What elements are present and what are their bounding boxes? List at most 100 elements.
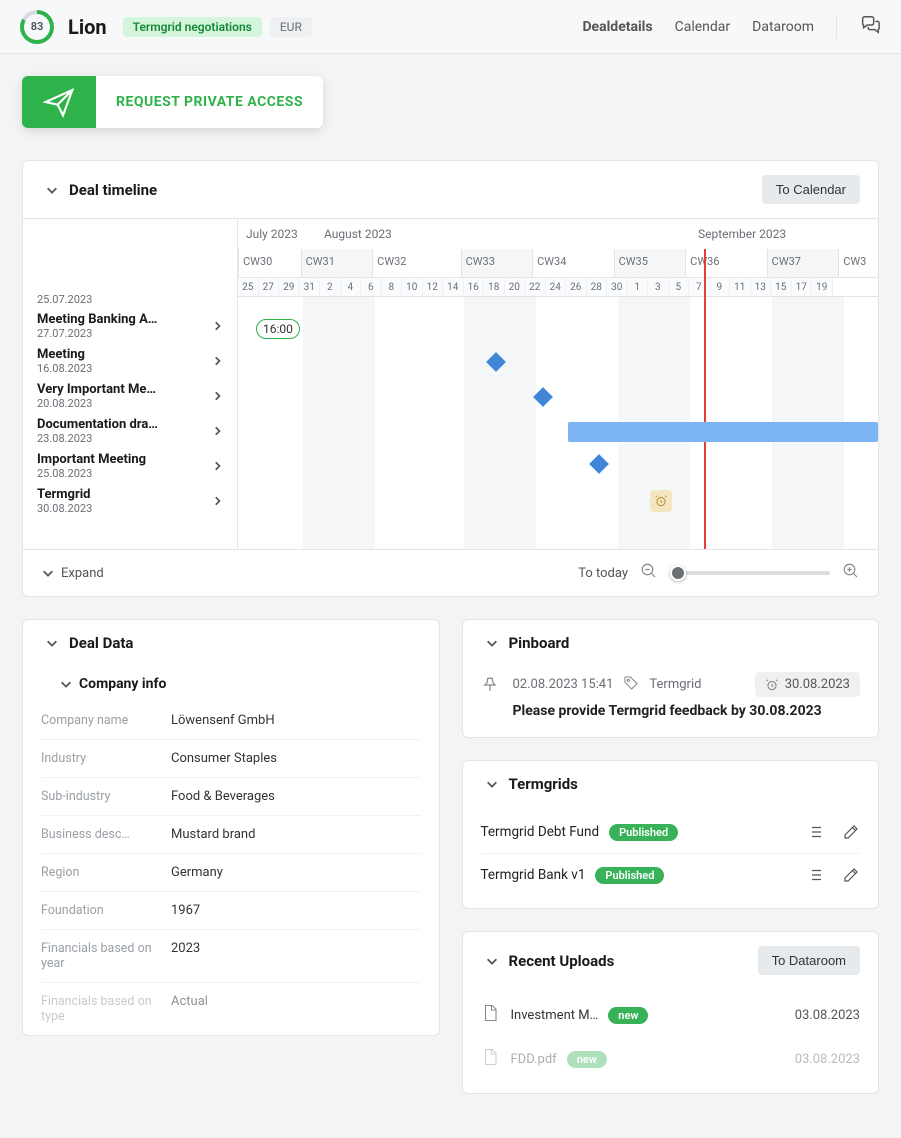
pinboard-item[interactable]: 02.08.2023 15:41 Termgrid 30.08.2023 Ple… xyxy=(481,672,861,719)
chevron-right-icon xyxy=(213,460,223,472)
chevron-right-icon xyxy=(213,390,223,402)
day-label: 10 xyxy=(402,278,423,296)
edit-icon[interactable] xyxy=(842,823,860,841)
day-label: 3 xyxy=(648,278,669,296)
edit-icon[interactable] xyxy=(842,866,860,884)
timeline-chip[interactable]: 16:00 xyxy=(256,319,300,339)
zoom-in-icon[interactable] xyxy=(842,562,860,584)
company-info-title: Company info xyxy=(79,676,166,692)
chevron-down-icon[interactable] xyxy=(481,636,503,650)
day-label: 12 xyxy=(423,278,444,296)
day-label: 1 xyxy=(628,278,649,296)
pin-tag: Termgrid xyxy=(649,677,701,692)
request-access-label: REQUEST PRIVATE ACCESS xyxy=(96,76,323,128)
kv-fin-year: Financials based on year2023 xyxy=(41,930,421,983)
timeline-bar[interactable] xyxy=(568,422,878,442)
upload-row[interactable]: Investment M… new 03.08.2023 xyxy=(481,993,861,1037)
deal-score: 83 xyxy=(24,14,50,40)
day-label: 31 xyxy=(300,278,321,296)
diamond-icon[interactable] xyxy=(533,387,553,407)
timeline-item[interactable]: Important Meeting25.08.2023 xyxy=(37,448,223,483)
timeline-footer: Expand To today xyxy=(23,549,878,596)
zoom-out-icon[interactable] xyxy=(640,562,658,584)
day-label: 26 xyxy=(566,278,587,296)
slider-thumb[interactable] xyxy=(670,565,686,581)
week-label: CW33 xyxy=(461,249,533,277)
termgrid-row[interactable]: Termgrid Debt Fund Published xyxy=(481,811,861,854)
timeline-weeks: CW30CW31CW32CW33CW34CW35CW36CW37CW3 xyxy=(238,249,878,277)
pin-icon xyxy=(481,672,499,698)
termgrid-row[interactable]: Termgrid Bank v1 Published xyxy=(481,854,861,896)
chevron-right-icon xyxy=(213,425,223,437)
day-label: 2 xyxy=(320,278,341,296)
deal-data-card: Deal Data Company info Company nameLöwen… xyxy=(22,619,440,1036)
timeline-item[interactable]: Meeting16.08.2023 xyxy=(37,343,223,378)
nav-dataroom[interactable]: Dataroom xyxy=(752,19,814,35)
chevron-down-icon[interactable] xyxy=(481,777,503,791)
timeline-item[interactable]: Documentation dra…23.08.2023 xyxy=(37,413,223,448)
termgrids-title: Termgrids xyxy=(509,775,578,793)
month-label: August 2023 xyxy=(324,227,392,241)
day-label: 20 xyxy=(505,278,526,296)
deal-score-ring: 83 xyxy=(20,10,54,44)
pin-due-pill: 30.08.2023 xyxy=(755,672,860,697)
expand-button[interactable]: Expand xyxy=(41,566,104,581)
month-label: September 2023 xyxy=(698,227,786,241)
timeline-first-date: 25.07.2023 xyxy=(37,293,223,306)
currency-tag[interactable]: EUR xyxy=(270,17,312,37)
week-label: CW37 xyxy=(767,249,839,277)
day-label: 30 xyxy=(607,278,628,296)
alarm-icon[interactable] xyxy=(650,490,672,512)
day-label: 4 xyxy=(341,278,362,296)
zoom-slider[interactable] xyxy=(670,571,830,575)
day-label: 19 xyxy=(812,278,833,296)
top-nav: Dealdetails Calendar Dataroom xyxy=(582,14,881,40)
kv-industry: IndustryConsumer Staples xyxy=(41,740,421,778)
uploads-title: Recent Uploads xyxy=(509,952,615,970)
chevron-down-icon[interactable] xyxy=(481,954,503,968)
chevron-down-icon[interactable] xyxy=(41,636,63,650)
topbar: 83 Lion Termgrid negotiations EUR Dealde… xyxy=(0,0,901,54)
today-indicator: 04.09. xyxy=(704,249,706,549)
timeline-item[interactable]: Very Important Me…20.08.2023 xyxy=(37,378,223,413)
pin-message: Please provide Termgrid feedback by 30.0… xyxy=(513,703,861,719)
pinboard-card: Pinboard 02.08.2023 15:41 Termgrid xyxy=(462,619,880,738)
to-dataroom-button[interactable]: To Dataroom xyxy=(758,946,860,975)
day-label: 28 xyxy=(587,278,608,296)
week-label: CW36 xyxy=(685,249,766,277)
day-label: 18 xyxy=(484,278,505,296)
day-label: 22 xyxy=(525,278,546,296)
to-today-button[interactable]: To today xyxy=(578,566,628,581)
kv-region: RegionGermany xyxy=(41,854,421,892)
day-label: 13 xyxy=(751,278,772,296)
paper-plane-icon xyxy=(22,76,96,128)
status-pill: Published xyxy=(595,867,664,884)
chevron-down-icon[interactable] xyxy=(41,183,63,197)
chevron-down-icon[interactable] xyxy=(55,677,77,691)
status-pill: Published xyxy=(609,824,678,841)
pinboard-title: Pinboard xyxy=(509,634,570,652)
list-icon[interactable] xyxy=(806,866,824,884)
nav-calendar[interactable]: Calendar xyxy=(675,19,731,35)
chat-icon[interactable] xyxy=(859,14,881,40)
day-label: 14 xyxy=(443,278,464,296)
kv-fin-type: Financials based on typeActual xyxy=(41,983,421,1035)
document-icon xyxy=(481,1047,499,1071)
request-access-card[interactable]: REQUEST PRIVATE ACCESS xyxy=(22,76,323,128)
nav-deal-details[interactable]: Dealdetails xyxy=(582,19,652,35)
document-icon xyxy=(481,1003,499,1027)
day-label: 9 xyxy=(710,278,731,296)
kv-foundation: Foundation1967 xyxy=(41,892,421,930)
timeline-item[interactable]: Meeting Banking A…27.07.2023 xyxy=(37,308,223,343)
new-pill: new xyxy=(608,1007,648,1024)
to-calendar-button[interactable]: To Calendar xyxy=(762,175,860,204)
chevron-right-icon xyxy=(213,320,223,332)
timeline-item[interactable]: Termgrid30.08.2023 xyxy=(37,483,223,518)
day-label: 16 xyxy=(464,278,485,296)
list-icon[interactable] xyxy=(806,823,824,841)
stage-tag[interactable]: Termgrid negotiations xyxy=(123,17,262,37)
day-label: 24 xyxy=(546,278,567,296)
diamond-icon[interactable] xyxy=(589,454,609,474)
upload-row[interactable]: FDD.pdf new 03.08.2023 xyxy=(481,1037,861,1081)
new-pill: new xyxy=(567,1051,607,1068)
